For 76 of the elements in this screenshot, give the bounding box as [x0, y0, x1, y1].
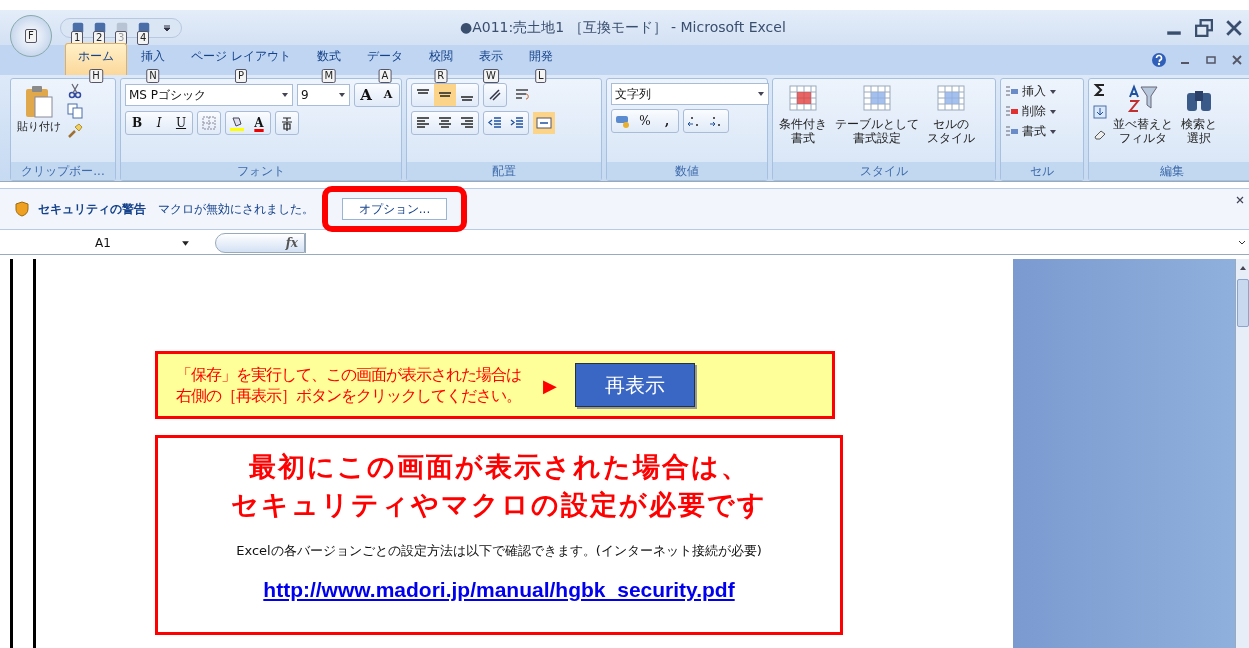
arrow-icon: ▶ [543, 374, 557, 396]
group-label: スタイル [773, 162, 995, 180]
bold-button[interactable]: B [126, 112, 148, 134]
keytip: P [234, 69, 247, 83]
close-icon[interactable] [1225, 18, 1243, 37]
keytip: H [89, 69, 103, 83]
edit-button[interactable]: 検索と 選択 [1179, 83, 1219, 145]
heading-text: セキュリティやマクロの設定が必要です [231, 488, 767, 522]
caret-icon [1049, 107, 1057, 116]
percent-button[interactable]: % [634, 110, 656, 132]
heading-text: 最初にこの画面が表示された場合は、 [248, 450, 750, 484]
paintbrush-icon[interactable] [67, 123, 83, 139]
cell-rows-icon [1005, 104, 1019, 119]
options-button[interactable]: オプション... [342, 198, 447, 220]
restore-icon[interactable] [1195, 18, 1213, 37]
style-button[interactable]: テーブルとして 書式設定 [833, 83, 921, 145]
close-icon[interactable] [1235, 195, 1245, 205]
style-button[interactable]: セルの スタイル [925, 83, 977, 145]
security-warning-message: マクロが無効にされました。 [158, 200, 314, 218]
keytip: M [321, 69, 337, 83]
notice-text: 「保存」を実行して、この画面が表示された場合は [176, 364, 521, 385]
dropdown-arrow-icon[interactable] [163, 23, 171, 32]
cell-rows-icon [1005, 124, 1019, 139]
office-button[interactable]: F [10, 14, 52, 57]
name-box[interactable]: A1 [0, 233, 215, 253]
caret-icon [281, 91, 289, 99]
caret-icon [1049, 127, 1057, 136]
caret-icon [180, 238, 190, 248]
keytip: N [146, 69, 160, 83]
keytip: W [482, 69, 499, 83]
caret-icon [757, 90, 765, 98]
insert-function-button[interactable]: fx [215, 233, 305, 253]
vertical-scrollbar[interactable] [1235, 259, 1249, 648]
edit-button[interactable]: 並べ替えと フィルタ [1111, 83, 1175, 145]
italic-button[interactable]: I [148, 112, 170, 134]
security-warning-title: セキュリティの警告 [38, 200, 146, 218]
cell-button[interactable]: 削除 [1005, 103, 1057, 120]
group-label: 数値 [607, 162, 767, 180]
note-text: Excelの各バージョンごとの設定方法は以下で確認できます。(インターネット接続が必要) [236, 542, 762, 560]
comma-button[interactable]: , [656, 110, 678, 132]
number-format-field[interactable]: 文字列 [611, 83, 769, 105]
paste-button[interactable]: 貼り付け [15, 83, 63, 136]
copy-icon[interactable] [67, 103, 83, 119]
cell-rows-icon [1005, 84, 1019, 99]
scissors-icon[interactable] [67, 83, 83, 99]
clipboard-icon [24, 85, 54, 119]
font-name-field[interactable]: MS Pゴシック [125, 84, 293, 106]
manual-link[interactable]: http://www.madori.jp/manual/hgbk_security.pdf [263, 578, 735, 602]
align-middle-icon[interactable] [434, 84, 456, 106]
merge-cells-icon[interactable] [533, 112, 555, 134]
keytip: R [434, 69, 448, 83]
group-label: フォント [121, 162, 401, 180]
underline-button[interactable]: U [170, 112, 192, 134]
grow-font-button[interactable]: A [355, 84, 377, 106]
scroll-thumb[interactable] [1236, 279, 1249, 327]
redisplay-button[interactable]: 再表示 [574, 363, 695, 407]
help-icon[interactable] [1151, 52, 1167, 68]
notice-text: 右側の［再表示］ボタンをクリックしてください。 [176, 385, 521, 406]
cell-button[interactable]: 挿入 [1005, 83, 1057, 100]
font-size-field[interactable]: 9 [297, 84, 350, 106]
group-label: セル [1001, 162, 1083, 180]
caret-icon [338, 91, 346, 99]
window-title: ●A011:売土地1 ［互換モード］ - Microsoft Excel [460, 19, 786, 37]
keytip: A [378, 69, 392, 83]
shrink-font-button[interactable]: A [377, 84, 399, 106]
shield-icon [14, 201, 30, 217]
group-label: クリップボー... [11, 162, 115, 180]
sort-filter-icon [1127, 83, 1159, 115]
keytip: F [25, 28, 37, 43]
fill-down-icon[interactable] [1093, 105, 1107, 119]
style-button[interactable]: 条件付き 書式 [777, 83, 829, 145]
cell-button[interactable]: 書式 [1005, 123, 1057, 140]
group-label: 配置 [407, 162, 601, 180]
sigma-icon[interactable] [1093, 83, 1107, 97]
group-label: 編集 [1089, 162, 1249, 180]
caret-icon [1049, 87, 1057, 96]
